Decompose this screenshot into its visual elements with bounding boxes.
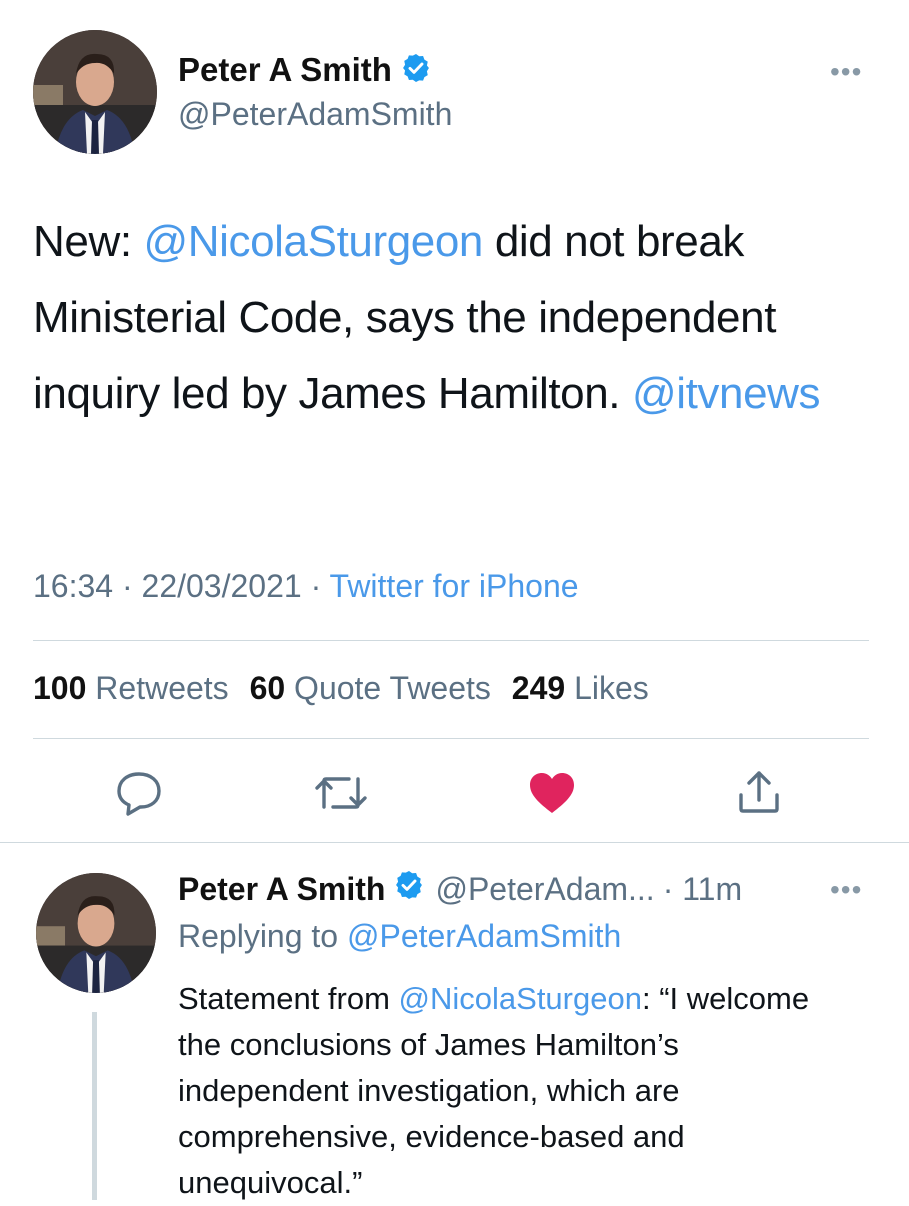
likes-stat[interactable]: 249 Likes [512,670,649,706]
author-name[interactable]: Peter A Smith [178,51,392,89]
avatar[interactable] [36,873,156,993]
meta-separator: · [121,568,133,604]
share-icon[interactable] [735,767,783,820]
more-icon[interactable]: ••• [830,58,862,86]
author-handle[interactable]: @PeterAdam... [435,871,654,908]
replying-prefix: Replying to [178,918,347,954]
tweet-source[interactable]: Twitter for iPhone [330,568,579,604]
mention-link[interactable]: @itvnews [632,369,821,418]
author-handle[interactable]: @PeterAdamSmith [178,96,452,133]
verified-badge-icon [393,869,425,909]
mention-link[interactable]: @NicolaSturgeon [399,981,642,1016]
tweet-stats: 100 Retweets 60 Quote Tweets 249 Likes [33,670,649,707]
mention-link[interactable]: @PeterAdamSmith [347,918,621,954]
retweets-stat[interactable]: 100 Retweets [33,670,229,706]
avatar-image [33,30,157,154]
avatar[interactable] [33,30,157,154]
divider [0,842,909,843]
quotes-stat[interactable]: 60 Quote Tweets [250,670,491,706]
reply-header: Peter A Smith @PeterAdam... · 11m [178,866,742,912]
tweet-date[interactable]: 22/03/2021 [142,568,302,604]
author-name[interactable]: Peter A Smith [178,871,385,908]
tweet-text-part: New: [33,217,144,266]
divider [33,738,869,739]
retweet-icon[interactable] [313,773,369,818]
mention-link[interactable]: @NicolaSturgeon [143,217,483,266]
tweet-meta: 16:34 · 22/03/2021 · Twitter for iPhone [33,568,579,605]
tweet-time-ago[interactable]: · 11m [663,871,742,908]
thread-line [92,1012,97,1200]
verified-badge-icon [400,52,432,89]
divider [33,640,869,641]
reply-icon[interactable] [114,770,164,821]
more-icon[interactable]: ••• [830,876,862,904]
tweet-text-part: Statement from [178,981,399,1016]
tweet-time[interactable]: 16:34 [33,568,113,604]
avatar-image [36,873,156,993]
replying-to: Replying to @PeterAdamSmith [178,918,621,955]
reply-text: Statement from @NicolaSturgeon: “I welco… [178,976,818,1206]
like-icon[interactable] [527,771,577,820]
tweet-text: New: @NicolaSturgeon did not break Minis… [33,204,853,432]
meta-separator: · [310,568,322,604]
